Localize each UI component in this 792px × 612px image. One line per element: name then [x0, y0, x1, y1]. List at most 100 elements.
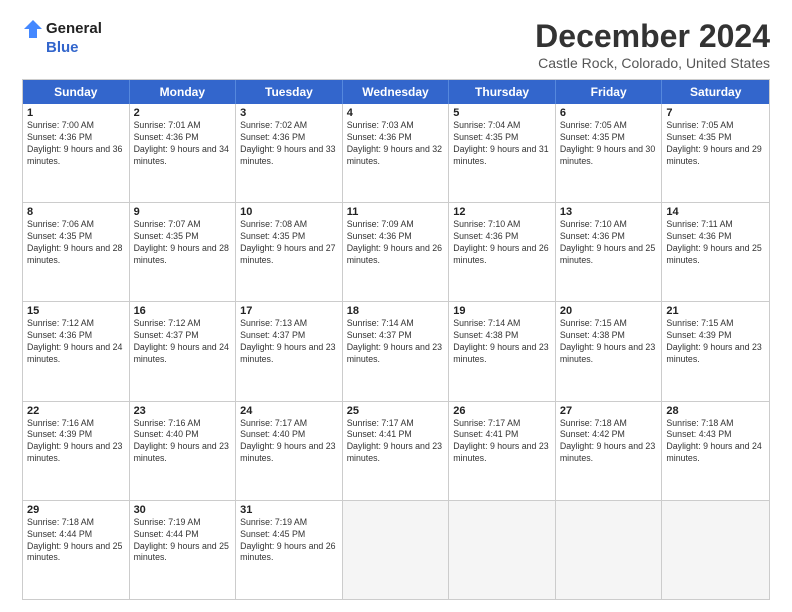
day-number: 3 — [240, 107, 338, 119]
header-tuesday: Tuesday — [236, 80, 343, 104]
calendar-cell: 30Sunrise: 7:19 AMSunset: 4:44 PMDayligh… — [130, 501, 237, 599]
calendar-cell: 16Sunrise: 7:12 AMSunset: 4:37 PMDayligh… — [130, 302, 237, 400]
calendar-cell: 14Sunrise: 7:11 AMSunset: 4:36 PMDayligh… — [662, 203, 769, 301]
calendar-cell: 2Sunrise: 7:01 AMSunset: 4:36 PMDaylight… — [130, 104, 237, 202]
calendar-cell: 18Sunrise: 7:14 AMSunset: 4:37 PMDayligh… — [343, 302, 450, 400]
header-monday: Monday — [130, 80, 237, 104]
calendar-cell: 1Sunrise: 7:00 AMSunset: 4:36 PMDaylight… — [23, 104, 130, 202]
header-sunday: Sunday — [23, 80, 130, 104]
calendar-cell: 7Sunrise: 7:05 AMSunset: 4:35 PMDaylight… — [662, 104, 769, 202]
cell-info: Sunrise: 7:18 AMSunset: 4:44 PMDaylight:… — [27, 517, 122, 563]
calendar-cell: 26Sunrise: 7:17 AMSunset: 4:41 PMDayligh… — [449, 402, 556, 500]
calendar-body: 1Sunrise: 7:00 AMSunset: 4:36 PMDaylight… — [23, 104, 769, 599]
day-number: 31 — [240, 504, 338, 516]
day-number: 19 — [453, 305, 551, 317]
calendar-week-2: 8Sunrise: 7:06 AMSunset: 4:35 PMDaylight… — [23, 202, 769, 301]
cell-info: Sunrise: 7:19 AMSunset: 4:45 PMDaylight:… — [240, 517, 335, 563]
day-number: 12 — [453, 206, 551, 218]
day-number: 20 — [560, 305, 658, 317]
cell-info: Sunrise: 7:12 AMSunset: 4:37 PMDaylight:… — [134, 318, 229, 364]
day-number: 23 — [134, 405, 232, 417]
day-number: 1 — [27, 107, 125, 119]
cell-info: Sunrise: 7:05 AMSunset: 4:35 PMDaylight:… — [666, 120, 761, 166]
calendar-cell: 21Sunrise: 7:15 AMSunset: 4:39 PMDayligh… — [662, 302, 769, 400]
calendar-cell — [449, 501, 556, 599]
cell-info: Sunrise: 7:13 AMSunset: 4:37 PMDaylight:… — [240, 318, 335, 364]
day-number: 7 — [666, 107, 765, 119]
cell-info: Sunrise: 7:18 AMSunset: 4:42 PMDaylight:… — [560, 418, 655, 464]
cell-info: Sunrise: 7:14 AMSunset: 4:38 PMDaylight:… — [453, 318, 548, 364]
day-number: 2 — [134, 107, 232, 119]
day-number: 24 — [240, 405, 338, 417]
day-number: 25 — [347, 405, 445, 417]
calendar-cell: 24Sunrise: 7:17 AMSunset: 4:40 PMDayligh… — [236, 402, 343, 500]
cell-info: Sunrise: 7:17 AMSunset: 4:41 PMDaylight:… — [453, 418, 548, 464]
calendar-cell: 15Sunrise: 7:12 AMSunset: 4:36 PMDayligh… — [23, 302, 130, 400]
day-number: 9 — [134, 206, 232, 218]
day-number: 28 — [666, 405, 765, 417]
day-number: 8 — [27, 206, 125, 218]
day-number: 5 — [453, 107, 551, 119]
cell-info: Sunrise: 7:14 AMSunset: 4:37 PMDaylight:… — [347, 318, 442, 364]
calendar-cell: 5Sunrise: 7:04 AMSunset: 4:35 PMDaylight… — [449, 104, 556, 202]
day-number: 10 — [240, 206, 338, 218]
calendar-cell: 25Sunrise: 7:17 AMSunset: 4:41 PMDayligh… — [343, 402, 450, 500]
calendar-cell: 8Sunrise: 7:06 AMSunset: 4:35 PMDaylight… — [23, 203, 130, 301]
calendar-cell: 12Sunrise: 7:10 AMSunset: 4:36 PMDayligh… — [449, 203, 556, 301]
day-number: 18 — [347, 305, 445, 317]
day-number: 16 — [134, 305, 232, 317]
day-number: 6 — [560, 107, 658, 119]
day-number: 27 — [560, 405, 658, 417]
cell-info: Sunrise: 7:04 AMSunset: 4:35 PMDaylight:… — [453, 120, 548, 166]
calendar-cell — [662, 501, 769, 599]
header-saturday: Saturday — [662, 80, 769, 104]
calendar-week-3: 15Sunrise: 7:12 AMSunset: 4:36 PMDayligh… — [23, 301, 769, 400]
day-number: 14 — [666, 206, 765, 218]
calendar-week-1: 1Sunrise: 7:00 AMSunset: 4:36 PMDaylight… — [23, 104, 769, 202]
header-friday: Friday — [556, 80, 663, 104]
day-number: 21 — [666, 305, 765, 317]
cell-info: Sunrise: 7:16 AMSunset: 4:39 PMDaylight:… — [27, 418, 122, 464]
cell-info: Sunrise: 7:07 AMSunset: 4:35 PMDaylight:… — [134, 219, 229, 265]
day-number: 22 — [27, 405, 125, 417]
day-number: 13 — [560, 206, 658, 218]
page-title: December 2024 — [535, 18, 770, 55]
calendar-cell: 27Sunrise: 7:18 AMSunset: 4:42 PMDayligh… — [556, 402, 663, 500]
day-number: 26 — [453, 405, 551, 417]
calendar-cell: 20Sunrise: 7:15 AMSunset: 4:38 PMDayligh… — [556, 302, 663, 400]
cell-info: Sunrise: 7:10 AMSunset: 4:36 PMDaylight:… — [560, 219, 655, 265]
calendar-cell: 28Sunrise: 7:18 AMSunset: 4:43 PMDayligh… — [662, 402, 769, 500]
page-subtitle: Castle Rock, Colorado, United States — [535, 55, 770, 71]
calendar-cell — [556, 501, 663, 599]
calendar-header: Sunday Monday Tuesday Wednesday Thursday… — [23, 80, 769, 104]
calendar-cell: 9Sunrise: 7:07 AMSunset: 4:35 PMDaylight… — [130, 203, 237, 301]
cell-info: Sunrise: 7:15 AMSunset: 4:38 PMDaylight:… — [560, 318, 655, 364]
cell-info: Sunrise: 7:08 AMSunset: 4:35 PMDaylight:… — [240, 219, 335, 265]
calendar-cell: 17Sunrise: 7:13 AMSunset: 4:37 PMDayligh… — [236, 302, 343, 400]
cell-info: Sunrise: 7:00 AMSunset: 4:36 PMDaylight:… — [27, 120, 122, 166]
calendar-cell: 3Sunrise: 7:02 AMSunset: 4:36 PMDaylight… — [236, 104, 343, 202]
calendar-cell: 4Sunrise: 7:03 AMSunset: 4:36 PMDaylight… — [343, 104, 450, 202]
cell-info: Sunrise: 7:09 AMSunset: 4:36 PMDaylight:… — [347, 219, 442, 265]
cell-info: Sunrise: 7:06 AMSunset: 4:35 PMDaylight:… — [27, 219, 122, 265]
day-number: 15 — [27, 305, 125, 317]
calendar-cell: 10Sunrise: 7:08 AMSunset: 4:35 PMDayligh… — [236, 203, 343, 301]
calendar-cell: 13Sunrise: 7:10 AMSunset: 4:36 PMDayligh… — [556, 203, 663, 301]
calendar-cell: 22Sunrise: 7:16 AMSunset: 4:39 PMDayligh… — [23, 402, 130, 500]
day-number: 17 — [240, 305, 338, 317]
cell-info: Sunrise: 7:17 AMSunset: 4:41 PMDaylight:… — [347, 418, 442, 464]
cell-info: Sunrise: 7:16 AMSunset: 4:40 PMDaylight:… — [134, 418, 229, 464]
calendar: Sunday Monday Tuesday Wednesday Thursday… — [22, 79, 770, 600]
cell-info: Sunrise: 7:15 AMSunset: 4:39 PMDaylight:… — [666, 318, 761, 364]
cell-info: Sunrise: 7:19 AMSunset: 4:44 PMDaylight:… — [134, 517, 229, 563]
calendar-cell: 19Sunrise: 7:14 AMSunset: 4:38 PMDayligh… — [449, 302, 556, 400]
cell-info: Sunrise: 7:10 AMSunset: 4:36 PMDaylight:… — [453, 219, 548, 265]
calendar-week-5: 29Sunrise: 7:18 AMSunset: 4:44 PMDayligh… — [23, 500, 769, 599]
logo: General Blue — [22, 18, 102, 57]
cell-info: Sunrise: 7:02 AMSunset: 4:36 PMDaylight:… — [240, 120, 335, 166]
calendar-cell: 6Sunrise: 7:05 AMSunset: 4:35 PMDaylight… — [556, 104, 663, 202]
calendar-cell: 11Sunrise: 7:09 AMSunset: 4:36 PMDayligh… — [343, 203, 450, 301]
cell-info: Sunrise: 7:12 AMSunset: 4:36 PMDaylight:… — [27, 318, 122, 364]
header-thursday: Thursday — [449, 80, 556, 104]
day-number: 30 — [134, 504, 232, 516]
